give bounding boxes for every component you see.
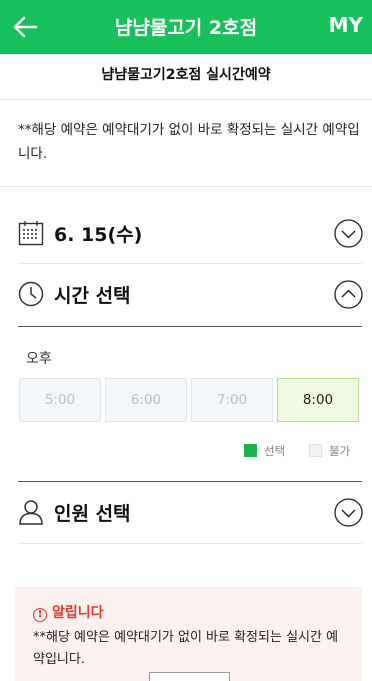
- alert-box: ! 알립니다 **해당 예약은 예약대기가 없이 바로 확정되는 실시간 예약입니…: [15, 587, 362, 681]
- people-section-title: 인원 선택: [54, 503, 131, 525]
- legend-unavailable: 불가: [309, 443, 350, 459]
- selected-date: 6. 15(수): [54, 224, 143, 246]
- alert-text: **해당 예약은 예약대기가 없이 바로 확정되는 실시간 예약입니다.: [33, 630, 339, 667]
- time-slot-7[interactable]: 7:00: [191, 378, 273, 422]
- my-page-link[interactable]: MY: [329, 13, 363, 37]
- calendar-icon: [18, 221, 44, 246]
- person-icon: [19, 500, 43, 525]
- chevron-down-circle-icon[interactable]: [334, 219, 363, 248]
- reservation-subheader: 냠냠물고기2호점 실시간예약: [0, 54, 372, 100]
- top-app-bar: 냠냠물고기 2호점 MY: [0, 0, 372, 54]
- time-slot-6[interactable]: 6:00: [105, 378, 187, 422]
- reservation-notice: **해당 예약은 예약대기가 없이 바로 확정되는 실시간 예약입니다.: [18, 122, 360, 162]
- period-label: 오후: [26, 351, 52, 367]
- legend-swatch-unavailable: [309, 444, 322, 457]
- legend-selected-label: 선택: [264, 444, 286, 458]
- chevron-up-circle-icon[interactable]: [334, 280, 363, 309]
- legend-swatch-selected: [244, 444, 257, 457]
- row-divider: [18, 543, 362, 544]
- bottom-button[interactable]: [149, 672, 230, 681]
- time-selector-header[interactable]: 시간 선택: [18, 275, 363, 315]
- exclamation-circle-icon: !: [33, 608, 47, 622]
- legend-unavailable-label: 불가: [329, 444, 351, 458]
- page-title: 냠냠물고기 2호점: [114, 17, 258, 39]
- time-section-title: 시간 선택: [54, 285, 131, 307]
- clock-icon: [18, 281, 44, 307]
- section-divider: [18, 326, 362, 327]
- row-divider: [18, 263, 362, 264]
- people-selector[interactable]: 인원 선택: [18, 493, 363, 533]
- section-divider: [18, 481, 362, 482]
- chevron-down-circle-icon[interactable]: [334, 498, 363, 527]
- date-selector[interactable]: 6. 15(수): [18, 214, 363, 254]
- section-divider: [0, 186, 372, 187]
- legend-selected: 선택: [244, 443, 285, 459]
- time-slot-8[interactable]: 8:00: [277, 378, 359, 422]
- alert-title-text: 알립니다: [52, 605, 104, 621]
- time-slot-5[interactable]: 5:00: [19, 378, 101, 422]
- alert-title: ! 알립니다: [33, 602, 104, 622]
